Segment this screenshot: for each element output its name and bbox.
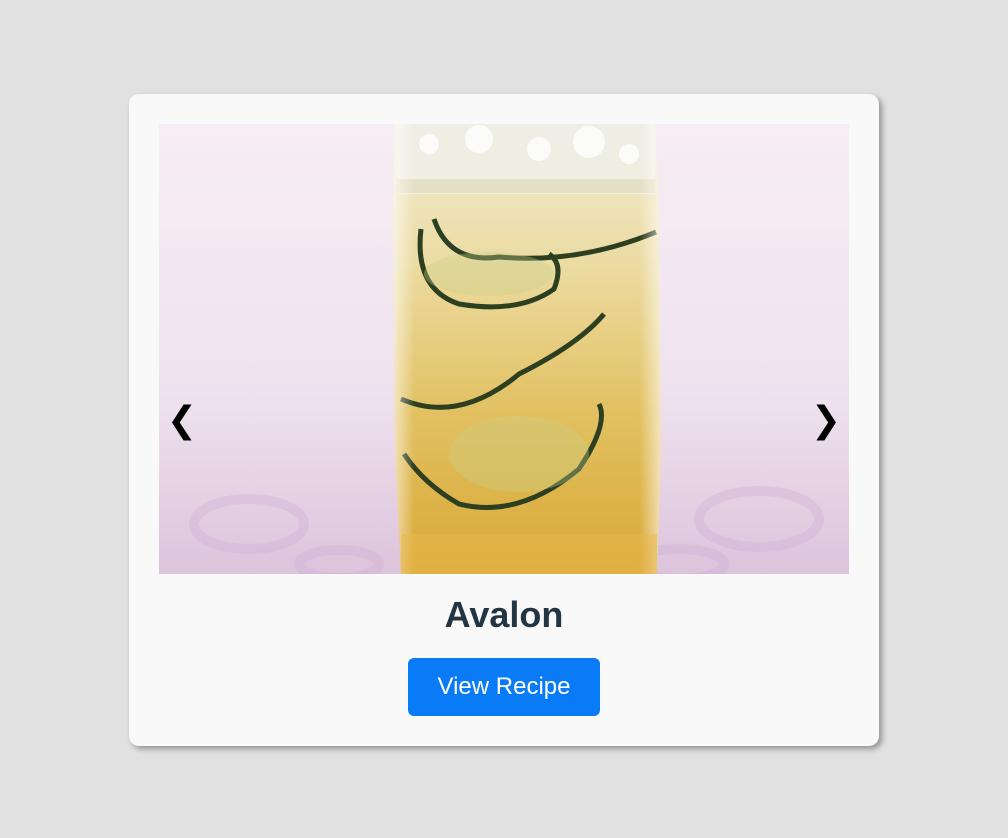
recipe-card: ❮ ❯ Avalon View Recipe <box>129 94 879 746</box>
cocktail-photo <box>159 124 849 574</box>
carousel-next-button[interactable]: ❯ <box>806 391 846 451</box>
carousel-prev-button[interactable]: ❮ <box>162 391 202 451</box>
recipe-title: Avalon <box>444 594 564 635</box>
view-recipe-button[interactable]: View Recipe <box>408 658 600 716</box>
image-carousel: ❮ ❯ <box>159 124 849 574</box>
